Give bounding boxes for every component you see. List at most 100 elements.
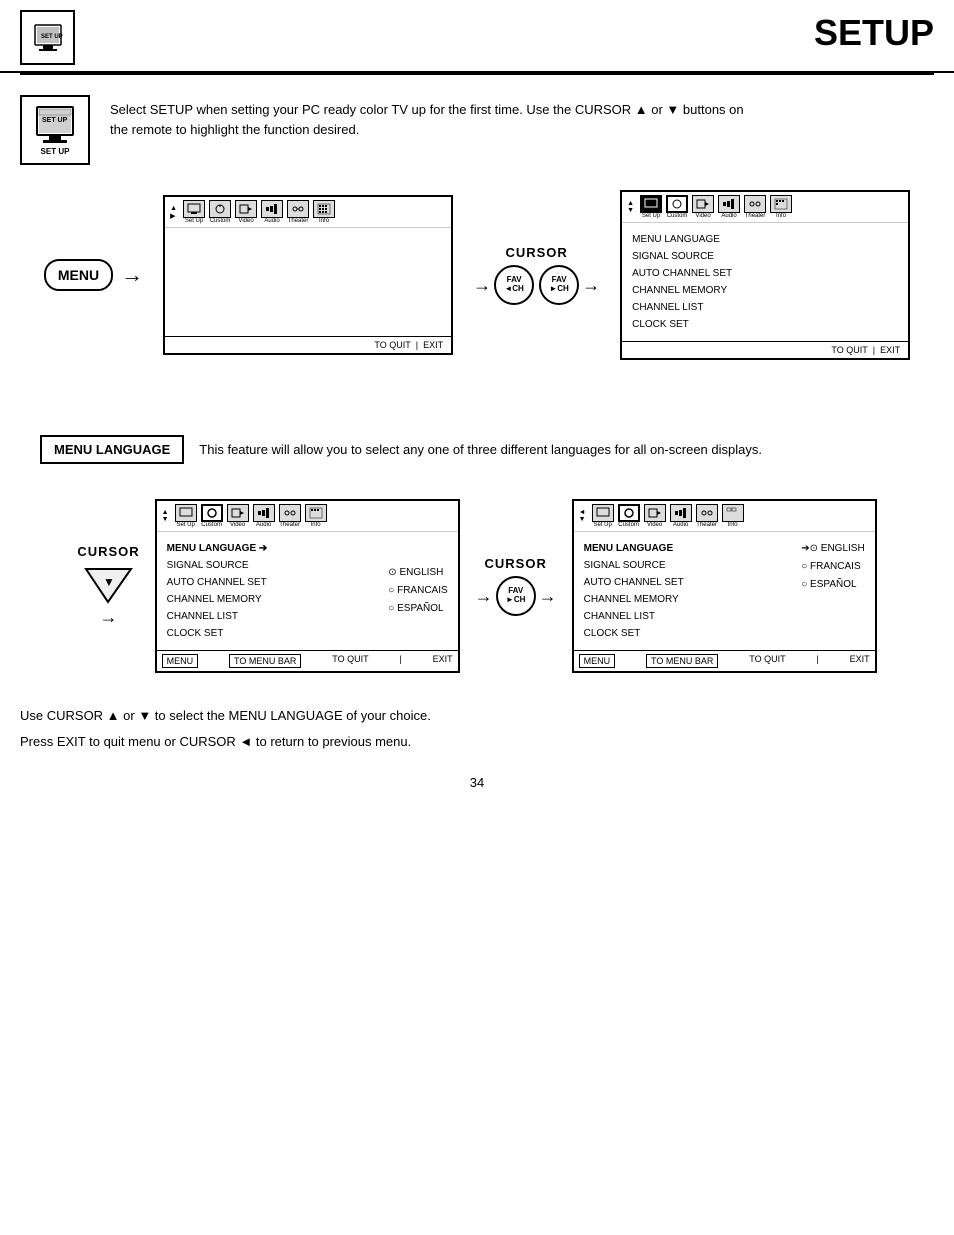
cursor-label-2: CURSOR — [485, 556, 547, 571]
screen4-content: MENU LANGUAGE SIGNAL SOURCE AUTO CHANNEL… — [574, 532, 875, 650]
lang-options-4: ➔⊙ ENGLISH ○ FRANCAIS ○ ESPAÑOL — [801, 540, 864, 594]
lang-english-3: ⊙ ENGLISH — [388, 564, 447, 582]
ch-list-item: CHANNEL LIST — [167, 608, 268, 625]
nav-arrows-4: ◄ ▼ — [579, 509, 586, 523]
section-description: This feature will allow you to select an… — [199, 442, 762, 457]
clock-item: CLOCK SET — [167, 625, 268, 642]
menu-button: MENU — [44, 259, 113, 291]
screen2-menubar: ▲ ▼ Set Up Custom Video — [622, 192, 908, 223]
cursor-group-2: CURSOR → FAV ►CH → — [475, 556, 557, 616]
intro-text: Select SETUP when setting your PC ready … — [110, 95, 744, 139]
screen3-menubar: ▲ ▼ Set Up Custom Video — [157, 501, 458, 532]
menu-item-signal: SIGNAL SOURCE — [632, 248, 898, 265]
footer-separator: | — [416, 340, 418, 350]
screen1-content — [165, 228, 451, 336]
section-row: MENU LANGUAGE This feature will allow yo… — [0, 420, 954, 469]
ch-mem-item-4: CHANNEL MEMORY — [584, 591, 684, 608]
cursor-group-1: CURSOR → FAV ◄CH FAV ►CH → — [473, 245, 600, 305]
footer3-toquit: TO QUIT — [332, 654, 368, 668]
tab4-custom: Custom — [618, 504, 640, 528]
screen3-footer: MENU TO MENU BAR TO QUIT | EXIT — [157, 650, 458, 671]
menu-item-language: MENU LANGUAGE — [632, 231, 898, 248]
footer2-exit: EXIT — [880, 345, 900, 355]
svg-text:SET UP: SET UP — [41, 34, 63, 40]
tab2-video: Video — [692, 195, 714, 219]
menu-item-autochannel: AUTO CHANNEL SET — [632, 265, 898, 282]
screen3-diagram2: ▲ ▼ Set Up Custom Video — [155, 499, 460, 673]
bottom-note-2: Press EXIT to quit menu or CURSOR ◄ to r… — [20, 729, 934, 755]
screen4-footer: MENU TO MENU BAR TO QUIT | EXIT — [574, 650, 875, 671]
cursor-down-group: CURSOR ▼ → — [77, 544, 139, 628]
footer4-sep: | — [816, 654, 818, 668]
tab2-info: Info — [770, 195, 792, 219]
menu-lang-item: MENU LANGUAGE ➔ — [167, 540, 268, 557]
menu-item-channelmem: CHANNEL MEMORY — [632, 282, 898, 299]
menu-item-clockset: CLOCK SET — [632, 316, 898, 333]
page-header: SET UP SETUP — [0, 0, 954, 73]
lang-spanish-4: ○ ESPAÑOL — [801, 576, 864, 594]
tab2-audio: Audio — [718, 195, 740, 219]
footer4-exit: EXIT — [850, 654, 870, 668]
footer2-sep: | — [873, 345, 875, 355]
lang-row-4: MENU LANGUAGE SIGNAL SOURCE AUTO CHANNEL… — [584, 540, 865, 642]
lang-french-3: ○ FRANCAIS — [388, 582, 447, 600]
tab4-info: Info — [722, 504, 744, 528]
screen4-diagram2: ◄ ▼ Set Up Custom Video — [572, 499, 877, 673]
signal-item-4: SIGNAL SOURCE — [584, 557, 684, 574]
footer4-menu: MENU — [579, 654, 616, 668]
footer-toquit: TO QUIT — [374, 340, 410, 350]
tab-info: Info — [313, 200, 335, 224]
menu-button-group: MENU → — [44, 259, 143, 291]
fav-ch-single: FAV ►CH — [496, 576, 536, 616]
lang-row: MENU LANGUAGE ➔ SIGNAL SOURCE AUTO CHANN… — [167, 540, 448, 642]
screen1-menubar: ▲ ▶ Set Up Custom Video — [165, 197, 451, 228]
screen3-content: MENU LANGUAGE ➔ SIGNAL SOURCE AUTO CHANN… — [157, 532, 458, 650]
cursor-down-arrow: → — [100, 607, 118, 628]
diagram2-section: CURSOR ▼ → ▲ ▼ Set Up — [0, 489, 954, 683]
tab4-theater: Theater — [696, 504, 718, 528]
arrow-to-screen4: → — [475, 586, 493, 607]
menu-item-channellist: CHANNEL LIST — [632, 299, 898, 316]
lang-french-4: ○ FRANCAIS — [801, 558, 864, 576]
footer3-tomenubar: TO MENU BAR — [229, 654, 301, 668]
footer3-exit: EXIT — [433, 654, 453, 668]
tab3-video: Video — [227, 504, 249, 528]
cursor-down-shape: ▼ — [81, 564, 136, 604]
footer2-toquit: TO QUIT — [831, 345, 867, 355]
tab2-theater: Theater — [744, 195, 766, 219]
footer3-menu: MENU — [162, 654, 199, 668]
ch-mem-item: CHANNEL MEMORY — [167, 591, 268, 608]
screen1-diagram1: ▲ ▶ Set Up Custom Video — [163, 195, 453, 355]
fav-ch-left: FAV ◄CH — [494, 265, 534, 305]
arrow-from-cursor: → — [582, 275, 600, 296]
svg-text:▼: ▼ — [103, 575, 115, 589]
nav-arrows-3: ▲ ▼ — [162, 509, 169, 523]
tab3-info: Info — [305, 504, 327, 528]
arrow-to-cursor: → — [473, 275, 491, 296]
ch-list-item-4: CHANNEL LIST — [584, 608, 684, 625]
footer4-toquit: TO QUIT — [749, 654, 785, 668]
page-number: 34 — [0, 755, 954, 800]
setup-icon-intro: SET UP SET UP — [20, 95, 90, 165]
tab-theater: Theater — [287, 200, 309, 224]
tab4-setup: Set Up — [592, 504, 614, 528]
nav-arrows-2: ▲ ▼ — [627, 200, 634, 214]
lang-spanish-3: ○ ESPAÑOL — [388, 600, 447, 618]
fav-ch-right: FAV ►CH — [539, 265, 579, 305]
fav-ch-group-1: FAV ◄CH FAV ►CH — [494, 265, 579, 305]
tab-audio: Audio — [261, 200, 283, 224]
cursor-down-label: CURSOR — [77, 544, 139, 559]
tab3-custom: Custom — [201, 504, 223, 528]
signal-item: SIGNAL SOURCE — [167, 557, 268, 574]
screen2-footer: TO QUIT | EXIT — [622, 341, 908, 358]
page-title: SETUP — [85, 10, 934, 51]
arrow-from-screen4: → — [539, 586, 557, 607]
tab2-custom: Custom — [666, 195, 688, 219]
nav-arrows: ▲ ▶ — [170, 205, 177, 220]
menu-lang-item-4: MENU LANGUAGE — [584, 540, 684, 557]
lang-arrow-4: ➔⊙ ENGLISH — [801, 540, 864, 558]
diagram1-section: MENU → ▲ ▶ Set Up Custom — [0, 180, 954, 370]
setup-icon-header: SET UP — [20, 10, 75, 65]
footer3-sep: | — [399, 654, 401, 668]
clock-item-4: CLOCK SET — [584, 625, 684, 642]
